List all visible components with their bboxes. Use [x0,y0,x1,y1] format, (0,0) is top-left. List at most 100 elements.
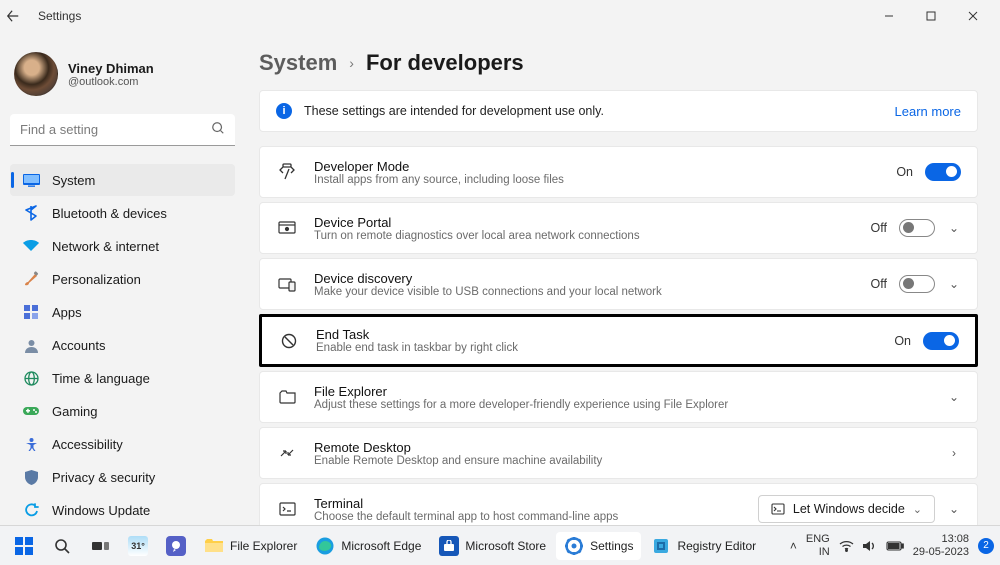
device-discovery-toggle[interactable] [899,275,935,293]
chevron-down-icon[interactable]: ⌄ [947,390,961,404]
taskbar-app-store[interactable]: Microsoft Store [431,532,554,560]
sidebar-item-label: Bluetooth & devices [52,206,167,221]
chevron-right-icon[interactable]: › [947,446,961,460]
row-title: Remote Desktop [314,440,602,455]
search-icon [211,121,225,135]
search-input[interactable] [10,114,235,146]
window-title: Settings [38,9,81,23]
row-end-task[interactable]: End Task Enable end task in taskbar by r… [259,314,978,367]
sidebar: Viney Dhiman @outlook.com System Bluetoo… [0,32,245,525]
maximize-button[interactable] [910,2,952,30]
chevron-down-icon[interactable]: ⌄ [947,502,961,516]
store-icon [439,536,459,556]
task-view-button[interactable] [82,532,118,560]
sidebar-item-gaming[interactable]: Gaming [10,395,235,427]
wifi-icon [22,237,40,255]
main-content: System › For developers i These settings… [245,32,1000,525]
chevron-down-icon[interactable]: ⌄ [947,277,961,291]
sidebar-item-label: System [52,173,95,188]
search-button[interactable] [44,532,80,560]
minimize-button[interactable] [868,2,910,30]
sidebar-item-personalization[interactable]: Personalization [10,263,235,295]
chevron-right-icon: › [349,55,354,71]
row-device-portal[interactable]: Device Portal Turn on remote diagnostics… [259,202,978,254]
window-titlebar: Settings [0,0,1000,32]
sidebar-item-privacy[interactable]: Privacy & security [10,461,235,493]
taskbar-label: Registry Editor [677,539,756,553]
info-message: These settings are intended for developm… [304,104,604,118]
taskbar-app-registry[interactable]: Registry Editor [643,532,764,560]
wifi-tray-icon[interactable] [839,540,854,552]
sidebar-item-network[interactable]: Network & internet [10,230,235,262]
chat-icon [166,536,186,556]
sidebar-item-bluetooth[interactable]: Bluetooth & devices [10,197,235,229]
taskbar-app-settings[interactable]: Settings [556,532,641,560]
accounts-icon [22,336,40,354]
row-title: End Task [316,327,518,342]
toggle-state: Off [871,221,887,235]
clock[interactable]: 13:08 29-05-2023 [913,533,969,558]
chevron-down-icon[interactable]: ⌄ [947,221,961,235]
terminal-dropdown[interactable]: Let Windows decide ⌄ [758,495,935,523]
volume-tray-icon[interactable] [863,540,877,552]
battery-tray-icon[interactable] [886,541,904,551]
close-button[interactable] [952,2,994,30]
row-developer-mode[interactable]: Developer Mode Install apps from any sou… [259,146,978,198]
sidebar-item-accounts[interactable]: Accounts [10,329,235,361]
row-desc: Turn on remote diagnostics over local ar… [314,230,640,242]
row-desc: Adjust these settings for a more develop… [314,399,728,411]
toggle-state: On [896,165,913,179]
toggle-state: On [894,334,911,348]
sidebar-item-accessibility[interactable]: Accessibility [10,428,235,460]
start-button[interactable] [6,532,42,560]
row-remote-desktop[interactable]: Remote Desktop Enable Remote Desktop and… [259,427,978,479]
sidebar-item-windows-update[interactable]: Windows Update [10,494,235,526]
sidebar-item-label: Apps [52,305,82,320]
taskbar-label: Microsoft Store [465,539,546,553]
globe-icon [22,369,40,387]
learn-more-link[interactable]: Learn more [895,104,961,119]
taskbar-app-file-explorer[interactable]: File Explorer [196,532,305,560]
folder-icon [204,536,224,556]
device-discovery-icon [276,277,298,292]
brush-icon [22,270,40,288]
weather-icon: 31° [128,536,148,556]
sidebar-item-label: Accounts [52,338,105,353]
row-file-explorer[interactable]: File Explorer Adjust these settings for … [259,371,978,423]
row-desc: Enable end task in taskbar by right clic… [316,342,518,354]
row-title: Device Portal [314,215,640,230]
sidebar-item-label: Accessibility [52,437,123,452]
taskbar-app-edge[interactable]: Microsoft Edge [307,532,429,560]
taskbar-app-chat[interactable] [158,532,194,560]
update-icon [22,501,40,519]
info-icon: i [276,103,292,119]
breadcrumb-parent[interactable]: System [259,50,337,76]
developer-mode-icon [276,163,298,181]
notification-badge[interactable]: 2 [978,538,994,554]
remote-desktop-icon [276,446,298,460]
sidebar-item-apps[interactable]: Apps [10,296,235,328]
breadcrumb: System › For developers [259,50,978,76]
bluetooth-icon [22,204,40,222]
sidebar-item-label: Time & language [52,371,150,386]
row-terminal[interactable]: Terminal Choose the default terminal app… [259,483,978,525]
sidebar-item-system[interactable]: System [10,164,235,196]
back-button[interactable] [6,9,34,23]
developer-mode-toggle[interactable] [925,163,961,181]
gaming-icon [22,402,40,420]
sidebar-item-time-language[interactable]: Time & language [10,362,235,394]
language-indicator[interactable]: ENG IN [806,533,830,558]
row-title: Developer Mode [314,159,564,174]
device-portal-toggle[interactable] [899,219,935,237]
end-task-toggle[interactable] [923,332,959,350]
profile-email: @outlook.com [68,76,154,88]
weather-widget[interactable]: 31° [120,532,156,560]
row-device-discovery[interactable]: Device discovery Make your device visibl… [259,258,978,310]
sidebar-item-label: Gaming [52,404,98,419]
end-task-icon [278,333,300,349]
search-icon [52,536,72,556]
row-desc: Install apps from any source, including … [314,174,564,186]
gear-icon [564,536,584,556]
profile-block[interactable]: Viney Dhiman @outlook.com [10,42,235,110]
tray-overflow-icon[interactable]: ˄ [790,539,797,553]
